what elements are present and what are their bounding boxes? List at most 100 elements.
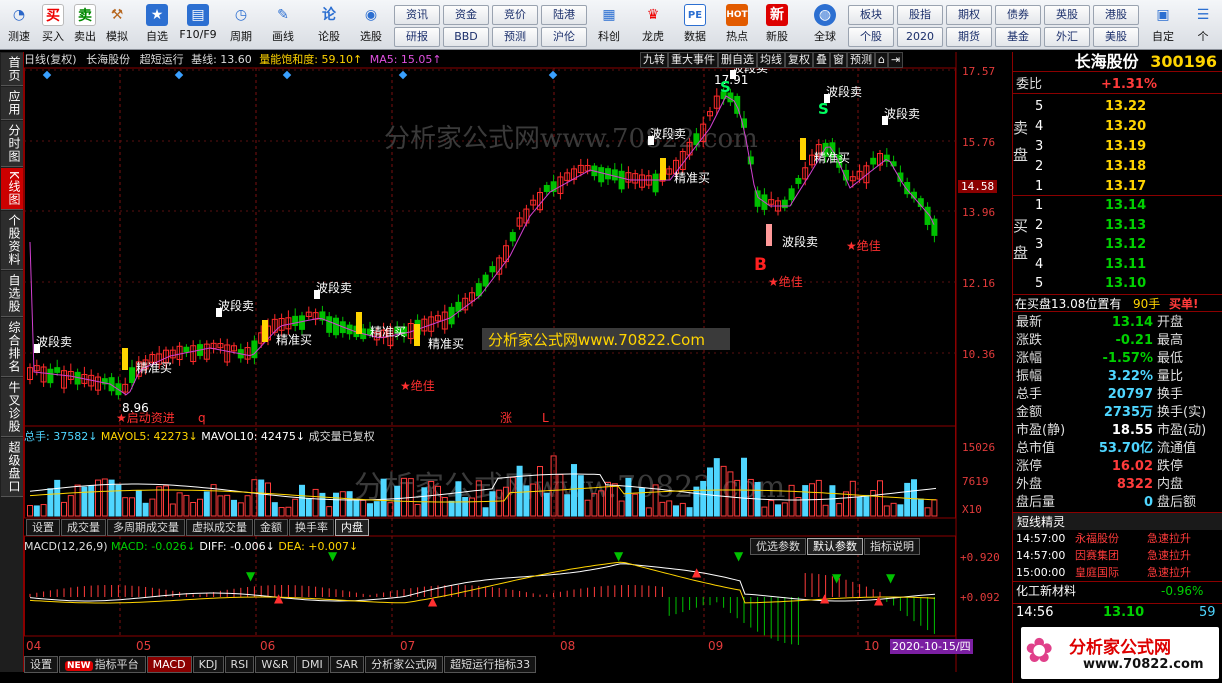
tool-futures[interactable]: 期货 — [946, 27, 992, 47]
tool-auction[interactable]: 竞价 — [492, 5, 538, 25]
global-button[interactable]: ◍ 全球 — [808, 2, 842, 48]
best-label: ★绝佳 — [400, 378, 435, 393]
tab-home[interactable]: 首页 — [1, 53, 23, 86]
buy-label: 精准买 — [428, 337, 464, 351]
indicator-tab-sar[interactable]: SAR — [329, 656, 365, 673]
ma-button[interactable]: 均线 — [757, 52, 785, 68]
volume-bar — [367, 503, 373, 517]
star-market-button[interactable]: ▦ 科创 — [592, 2, 626, 48]
tool-bonds[interactable]: 债券 — [995, 5, 1041, 25]
volume-bar — [183, 494, 190, 517]
volume-tab-virtual[interactable]: 虚拟成交量 — [186, 519, 253, 536]
tool-us-stocks[interactable]: 美股 — [1093, 27, 1139, 47]
forum-button[interactable]: 论论股 — [312, 2, 346, 48]
tool-bbd[interactable]: BBD — [443, 27, 489, 47]
volume-tab-settings[interactable]: 设置 — [26, 519, 60, 536]
tool-2020[interactable]: 2020 — [897, 27, 943, 47]
major-events-button[interactable]: 重大事件 — [668, 52, 718, 68]
volume-tab-volume[interactable]: 成交量 — [61, 519, 106, 536]
draw-line-button[interactable]: ✎ 画线 — [266, 2, 300, 48]
volume-bar — [890, 502, 897, 517]
tab-watchlist[interactable]: 自选股 — [1, 270, 23, 317]
bid-row: 3 13.12 — [1035, 237, 1147, 252]
dragon-tiger-button[interactable]: ♛ 龙虎 — [636, 2, 670, 48]
buy-button[interactable]: 买买入 — [36, 2, 70, 48]
tool-forex[interactable]: 外汇 — [1044, 27, 1090, 47]
indicator-tab-site[interactable]: 分析家公式网 — [365, 656, 444, 673]
tab-kline[interactable]: K线图 — [1, 168, 23, 210]
speed-icon: ◔ — [12, 7, 26, 23]
watchlist-button[interactable]: ★ 自选 — [140, 2, 174, 48]
indicator-help-button[interactable]: 指标说明 — [864, 538, 920, 555]
volume-bar — [271, 502, 278, 517]
indicator-label[interactable]: 超短运行 — [140, 53, 184, 66]
hotspot-button[interactable]: HOT 热点 — [720, 2, 754, 48]
restore-button[interactable]: 复权 — [785, 52, 813, 68]
tool-forecast[interactable]: 预测 — [492, 27, 538, 47]
simulate-button[interactable]: ⚒ 模拟 — [100, 2, 134, 48]
kline-chart[interactable]: 分析家公式网www.70822.com分析家公式网www.70822.com分析… — [24, 52, 1010, 672]
tab-apps[interactable]: 应用 — [1, 87, 23, 120]
x-tick: 09 — [708, 639, 724, 653]
data-button[interactable]: PE 数据 — [678, 2, 712, 48]
indicator-tab-kdj[interactable]: KDJ — [192, 656, 224, 673]
stock-select-button[interactable]: ◉ 选股 — [354, 2, 388, 48]
volume-tab-turnover[interactable]: 换手率 — [289, 519, 334, 536]
period-button[interactable]: ◷ 周期 — [224, 2, 258, 48]
volume-bar — [333, 492, 339, 517]
indicator-tab-super[interactable]: 超短运行指标33 — [444, 656, 537, 673]
collapse-icon[interactable]: ⇥ — [887, 52, 904, 68]
period-label[interactable]: 日线(复权) — [24, 53, 77, 66]
nine-turn-button[interactable]: 九转 — [640, 52, 668, 68]
volume-tab-multi[interactable]: 多周期成交量 — [107, 519, 185, 536]
tool-capital[interactable]: 资金 — [443, 5, 489, 25]
volume-bar — [47, 488, 54, 517]
default-params-button[interactable]: 默认参数 — [807, 538, 863, 555]
indicator-tab-dmi[interactable]: DMI — [295, 656, 329, 673]
remove-watchlist-button[interactable]: 删自选 — [718, 52, 757, 68]
mavol5-label: MAVOL5: 42273↓ — [100, 430, 198, 443]
tool-uk-stocks[interactable]: 英股 — [1044, 5, 1090, 25]
tab-stock-info[interactable]: 个股资料 — [1, 210, 23, 270]
tab-super-panel[interactable]: 超级盘口 — [1, 437, 23, 497]
tab-intraday[interactable]: 分时图 — [1, 121, 23, 167]
tool-research[interactable]: 研报 — [394, 27, 440, 47]
tool-info[interactable]: 资讯 — [394, 5, 440, 25]
volume-bar — [40, 504, 47, 517]
indicator-tab-wr[interactable]: W&R — [255, 656, 295, 673]
speed-test-button[interactable]: ◔ 测速 — [2, 2, 36, 48]
tool-sector[interactable]: 板块 — [848, 5, 894, 25]
new-stock-button[interactable]: 新新股 — [760, 2, 794, 48]
indicator-tab-settings[interactable]: 设置 — [24, 656, 58, 673]
short-elf-row: 14:57:00 永福股份 急速拉升 — [1016, 532, 1191, 545]
tool-hk-stocks[interactable]: 港股 — [1093, 5, 1139, 25]
custom-button[interactable]: ▣ 自定 — [1146, 2, 1180, 48]
indicator-tab-rsi[interactable]: RSI — [224, 656, 255, 673]
tool-funds[interactable]: 基金 — [995, 27, 1041, 47]
macd-buy-arrow: ▲ — [428, 594, 438, 608]
candle — [652, 173, 659, 193]
volume-tab-inner[interactable]: 内盘 — [335, 519, 369, 536]
tool-hk-connect[interactable]: 陆港 — [541, 5, 587, 25]
volume-bar — [244, 495, 251, 517]
more-button[interactable]: ☰ 个 — [1186, 2, 1220, 48]
indicator-tab-macd[interactable]: MACD — [146, 656, 192, 673]
tool-stock[interactable]: 个股 — [848, 27, 894, 47]
sell-icon: 卖 — [74, 4, 96, 26]
tool-index[interactable]: 股指 — [897, 5, 943, 25]
overlay-button[interactable]: 叠 — [813, 52, 830, 68]
indicator-tab-platform[interactable]: NEW 指标平台 — [59, 656, 146, 673]
home-icon[interactable]: ⌂ — [875, 52, 888, 68]
volume-tab-amount[interactable]: 金额 — [254, 519, 288, 536]
f10-button[interactable]: ▤ F10/F9 — [178, 2, 218, 48]
candle — [870, 157, 877, 165]
tab-diagnosis[interactable]: 牛叉诊股 — [1, 377, 23, 437]
tool-options[interactable]: 期权 — [946, 5, 992, 25]
window-button[interactable]: 窗 — [830, 52, 847, 68]
optimal-params-button[interactable]: 优选参数 — [750, 538, 806, 555]
short-elf-row: 14:57:00 因赛集团 急速拉升 — [1016, 549, 1191, 562]
tool-sh-london[interactable]: 沪伦 — [541, 27, 587, 47]
sell-button[interactable]: 卖卖出 — [68, 2, 102, 48]
forecast-button[interactable]: 预测 — [847, 52, 875, 68]
tab-ranking[interactable]: 综合排名 — [1, 317, 23, 377]
